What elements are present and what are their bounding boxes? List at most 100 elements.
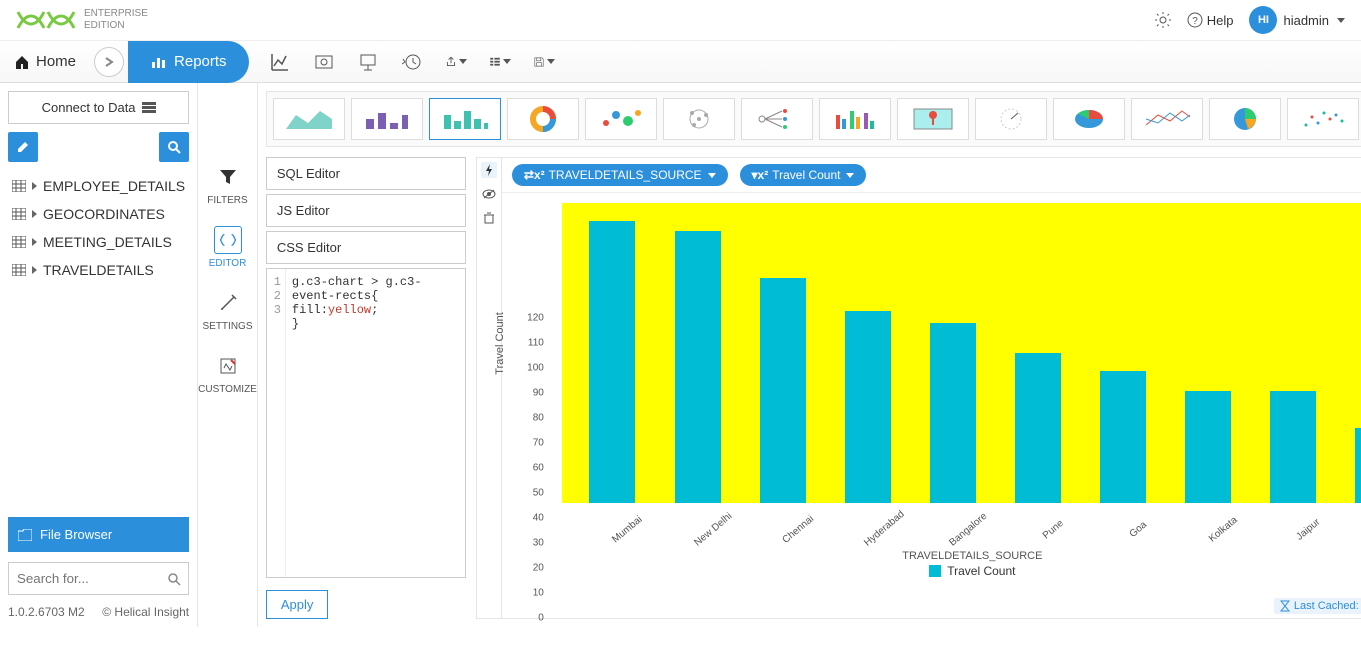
reports-label: Reports bbox=[174, 53, 227, 70]
edit-button[interactable] bbox=[8, 132, 38, 162]
username-label: hiadmin bbox=[1283, 13, 1329, 28]
top-toolbar bbox=[269, 51, 555, 73]
mid-item-customize[interactable]: CUSTOMIZE bbox=[198, 342, 257, 405]
bar[interactable] bbox=[675, 231, 721, 504]
chart-type-tree[interactable] bbox=[741, 98, 813, 140]
preview-icon[interactable] bbox=[313, 51, 335, 73]
chart-plot-area bbox=[562, 203, 1361, 503]
layout-icon[interactable] bbox=[489, 51, 511, 73]
tab-css-editor[interactable]: CSS Editor bbox=[266, 231, 466, 264]
bar[interactable] bbox=[1270, 391, 1316, 504]
bar[interactable] bbox=[1185, 391, 1231, 504]
sidebar: Connect to Data EMPLOYEE_DETAILS GEOCORD… bbox=[0, 83, 198, 627]
lightbulb-icon[interactable] bbox=[1155, 12, 1171, 28]
code-content: g.c3-chart > g.c3-event-rects{ fill:yell… bbox=[286, 269, 465, 577]
bar[interactable] bbox=[1355, 428, 1361, 503]
history-icon[interactable] bbox=[401, 51, 423, 73]
table-label: MEETING_DETAILS bbox=[43, 234, 172, 250]
chart-type-area[interactable] bbox=[273, 98, 345, 140]
search-icon[interactable] bbox=[167, 572, 181, 586]
chart-type-donut[interactable] bbox=[507, 98, 579, 140]
caret-down-icon bbox=[459, 59, 467, 64]
mid-item-filters[interactable]: FILTERS bbox=[198, 153, 257, 216]
chart-type-map[interactable] bbox=[897, 98, 969, 140]
legend-swatch bbox=[929, 565, 941, 577]
search-input[interactable] bbox=[8, 562, 189, 595]
save-icon[interactable] bbox=[533, 51, 555, 73]
line-chart-icon[interactable] bbox=[269, 51, 291, 73]
table-item-meeting-details[interactable]: MEETING_DETAILS bbox=[8, 228, 189, 256]
caret-down-icon bbox=[503, 59, 511, 64]
caret-down-icon bbox=[1337, 18, 1345, 23]
bar[interactable] bbox=[589, 221, 635, 504]
nav-row: Home Reports bbox=[0, 41, 1361, 83]
table-label: GEOCORDINATES bbox=[43, 206, 165, 222]
chart-side-toolbar bbox=[476, 157, 502, 619]
file-browser-button[interactable]: File Browser bbox=[8, 517, 189, 552]
pill-count[interactable]: ▾x² Travel Count bbox=[740, 164, 867, 186]
version-label: 1.0.2.6703 M2 bbox=[8, 605, 85, 619]
chart-type-gauge[interactable] bbox=[975, 98, 1047, 140]
home-label: Home bbox=[36, 53, 76, 70]
chart-type-pie3d[interactable] bbox=[1053, 98, 1125, 140]
chart-legend: Travel Count bbox=[516, 564, 1361, 578]
x-tick-label: Hyderabad bbox=[855, 503, 904, 549]
connect-to-data-button[interactable]: Connect to Data bbox=[8, 91, 189, 124]
svg-text:?: ? bbox=[1192, 16, 1198, 27]
chart-type-bar-teal[interactable] bbox=[429, 98, 501, 140]
table-label: EMPLOYEE_DETAILS bbox=[43, 178, 185, 194]
nav-reports[interactable]: Reports bbox=[128, 41, 249, 83]
connect-label: Connect to Data bbox=[42, 100, 136, 115]
tab-sql-editor[interactable]: SQL Editor bbox=[266, 157, 466, 190]
x-axis-label: TRAVELDETAILS_SOURCE bbox=[516, 550, 1361, 562]
content-area: SQL Editor JS Editor CSS Editor 123 g.c3… bbox=[258, 83, 1361, 627]
presentation-icon[interactable] bbox=[357, 51, 379, 73]
pill-source[interactable]: ⇄x² TRAVELDETAILS_SOURCE bbox=[512, 164, 728, 186]
bar[interactable] bbox=[845, 311, 891, 504]
search-button[interactable] bbox=[159, 132, 189, 162]
nav-home[interactable]: Home bbox=[0, 53, 90, 70]
user-menu[interactable]: HI hiadmin bbox=[1249, 6, 1345, 34]
chart-type-network[interactable] bbox=[663, 98, 735, 140]
caret-down-icon bbox=[708, 173, 716, 178]
help-link[interactable]: ? Help bbox=[1187, 12, 1234, 28]
code-gutter: 123 bbox=[267, 269, 286, 577]
bar[interactable] bbox=[1100, 371, 1146, 504]
file-browser-label: File Browser bbox=[40, 527, 112, 542]
mid-item-settings[interactable]: SETTINGS bbox=[198, 279, 257, 342]
bar[interactable] bbox=[760, 278, 806, 503]
table-item-traveldetails[interactable]: TRAVELDETAILS bbox=[8, 256, 189, 284]
editors-panel: SQL Editor JS Editor CSS Editor 123 g.c3… bbox=[266, 157, 466, 619]
export-icon[interactable] bbox=[445, 51, 467, 73]
trash-icon[interactable] bbox=[481, 210, 497, 226]
breadcrumb-chevron[interactable] bbox=[94, 47, 124, 77]
mid-column: FILTERS EDITOR SETTINGS CUSTOMIZE bbox=[198, 83, 258, 627]
edition-label: ENTERPRISE EDITION bbox=[84, 8, 148, 32]
avatar: HI bbox=[1249, 6, 1277, 34]
table-item-geocordinates[interactable]: GEOCORDINATES bbox=[8, 200, 189, 228]
x-tick-label: Mumbai bbox=[600, 503, 649, 549]
eye-off-icon[interactable] bbox=[481, 186, 497, 202]
x-tick-label: Pune bbox=[1026, 503, 1075, 549]
app-header: ENTERPRISE EDITION ? Help HI hiadmin bbox=[0, 0, 1361, 41]
table-item-employee-details[interactable]: EMPLOYEE_DETAILS bbox=[8, 172, 189, 200]
tab-js-editor[interactable]: JS Editor bbox=[266, 194, 466, 227]
chart-type-multiline[interactable] bbox=[1131, 98, 1203, 140]
mid-item-editor[interactable]: EDITOR bbox=[198, 216, 257, 279]
chart-type-pie[interactable] bbox=[1209, 98, 1281, 140]
x-tick-label: Bangalore bbox=[941, 503, 990, 549]
chart-type-scatter[interactable] bbox=[1287, 98, 1359, 140]
bar[interactable] bbox=[930, 323, 976, 503]
main-area: Connect to Data EMPLOYEE_DETAILS GEOCORD… bbox=[0, 83, 1361, 627]
bars-container bbox=[562, 203, 1361, 503]
chart-type-multi-bar[interactable] bbox=[819, 98, 891, 140]
bar[interactable] bbox=[1015, 353, 1061, 503]
y-axis: Travel Count 010203040506070809010011012… bbox=[502, 193, 548, 618]
cache-badge: Last Cached: 5 minutes ago bbox=[1274, 598, 1361, 614]
apply-button[interactable]: Apply bbox=[266, 590, 329, 619]
code-editor[interactable]: 123 g.c3-chart > g.c3-event-rects{ fill:… bbox=[266, 268, 466, 578]
chart-type-bar-purple[interactable] bbox=[351, 98, 423, 140]
y-axis-label: Travel Count bbox=[494, 312, 506, 375]
bolt-icon[interactable] bbox=[481, 162, 497, 178]
chart-type-bubble[interactable] bbox=[585, 98, 657, 140]
